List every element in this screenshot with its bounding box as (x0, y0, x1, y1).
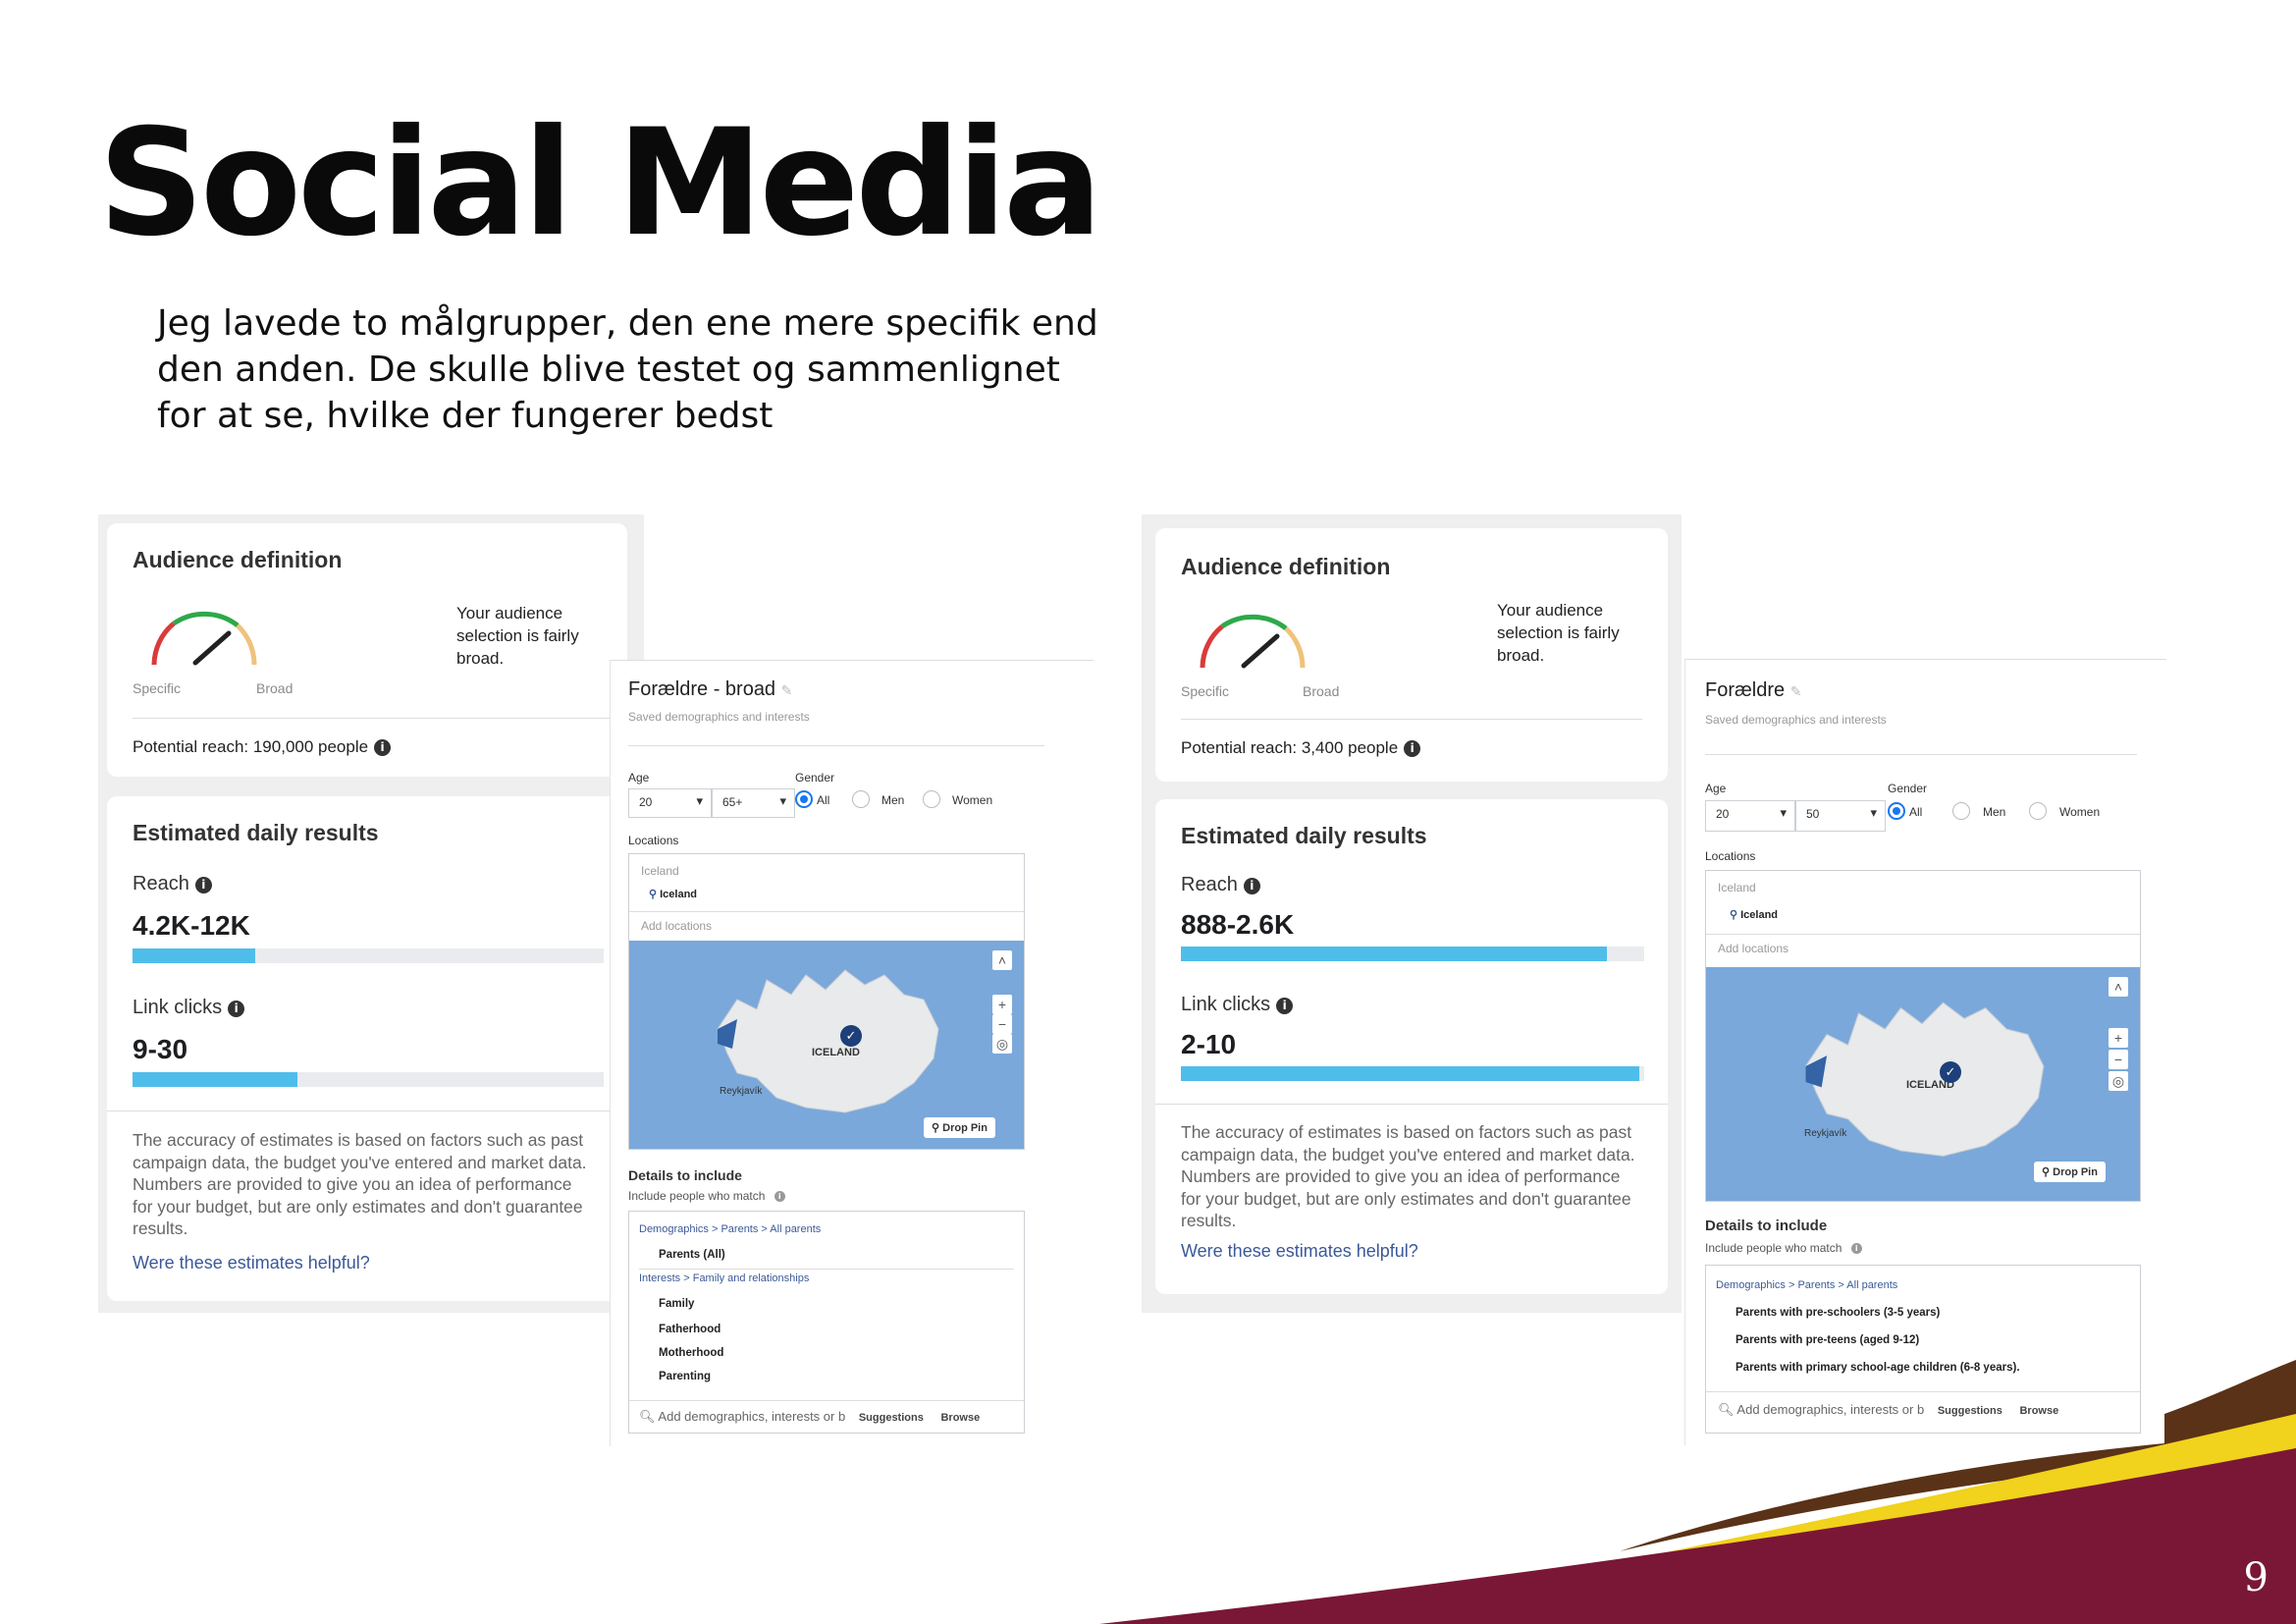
page-number: 9 (2243, 1555, 2269, 1600)
footer-wave-decoration (1099, 1360, 2296, 1624)
